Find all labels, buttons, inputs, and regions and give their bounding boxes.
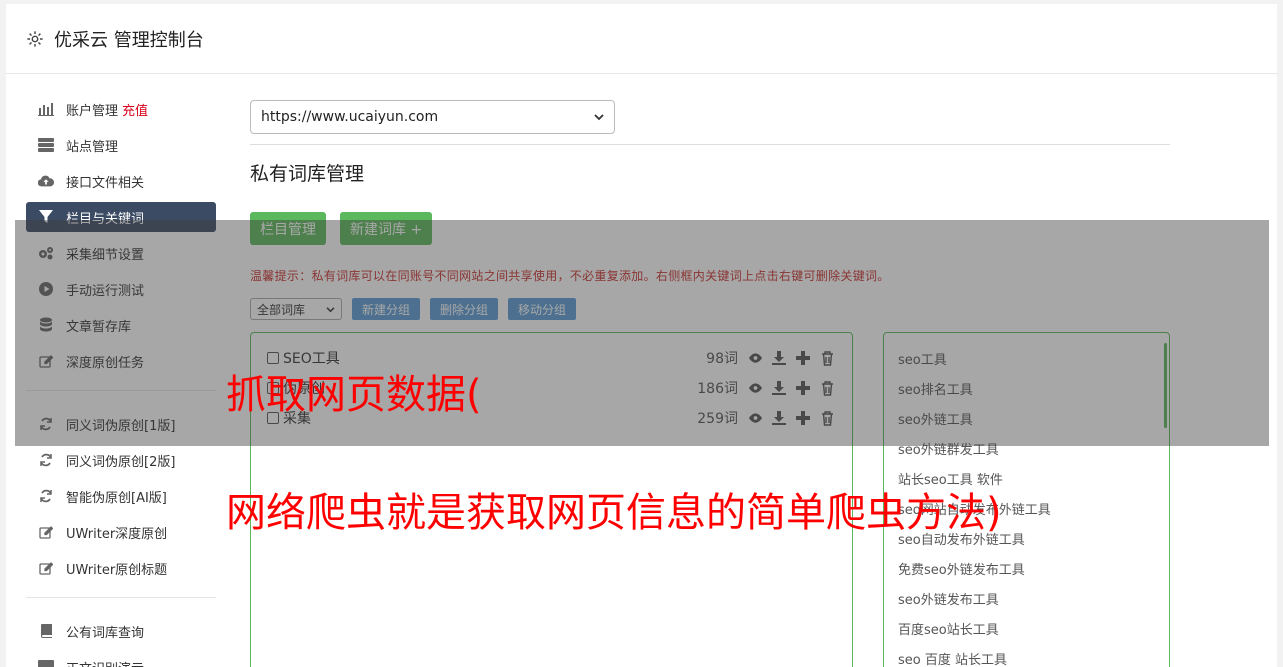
divider bbox=[250, 144, 1170, 145]
edit-icon bbox=[38, 524, 54, 540]
site-select-value: https://www.ucaiyun.com bbox=[261, 109, 439, 125]
sidebar-item-uwriter-deep[interactable]: UWriter深度原创 bbox=[26, 517, 216, 547]
recharge-link[interactable]: 充值 bbox=[122, 100, 148, 119]
monitor-icon bbox=[38, 659, 54, 667]
chevron-down-icon bbox=[594, 109, 604, 125]
sidebar-item-label: 同义词伪原创[2版] bbox=[66, 454, 176, 470]
book-icon bbox=[38, 623, 54, 639]
keyword-item[interactable]: 百度seo站长工具 bbox=[898, 613, 1155, 643]
sidebar-item-account[interactable]: 账户管理 充值 bbox=[26, 94, 216, 124]
sidebar-item-public-lib[interactable]: 公有词库查询 bbox=[26, 616, 216, 646]
sidebar-item-label: UWriter深度原创 bbox=[66, 526, 168, 542]
sidebar-item-uwriter-title[interactable]: UWriter原创标题 bbox=[26, 553, 216, 583]
gear-icon bbox=[27, 30, 43, 47]
keyword-item[interactable]: seo 百度 站长工具 bbox=[898, 643, 1155, 667]
overlay-caption-line1: 抓取网页数据( bbox=[226, 372, 482, 418]
sidebar-item-label: 账户管理 bbox=[66, 103, 119, 119]
keyword-item[interactable]: 免费seo外链发布工具 bbox=[898, 553, 1155, 583]
sidebar-item-label: 接口文件相关 bbox=[66, 175, 145, 191]
sidebar-item-sites[interactable]: 站点管理 bbox=[26, 130, 216, 160]
sidebar-item-label: 智能伪原创[AI版] bbox=[66, 490, 167, 506]
sidebar-item-synonym-v2[interactable]: 同义词伪原创[2版] bbox=[26, 445, 216, 475]
sidebar-item-label: UWriter原创标题 bbox=[66, 562, 168, 578]
overlay-caption-line2: 网络爬虫就是获取网页信息的简单爬虫方法) bbox=[226, 490, 1002, 536]
refresh-icon bbox=[38, 488, 54, 504]
sidebar-item-label: 公有词库查询 bbox=[66, 625, 145, 641]
server-icon bbox=[38, 137, 54, 153]
sidebar-item-label: 正文识别演示 bbox=[66, 658, 144, 667]
edit-icon bbox=[38, 560, 54, 576]
page-title: 私有词库管理 bbox=[250, 163, 365, 185]
header: 优采云 管理控制台 bbox=[6, 4, 1277, 74]
sidebar-item-interface[interactable]: 接口文件相关 bbox=[26, 166, 216, 196]
sidebar-item-text-recognition[interactable]: 正文识别演示 bbox=[26, 652, 216, 667]
sidebar-item-label: 站点管理 bbox=[66, 139, 119, 155]
overlay-band bbox=[15, 220, 1269, 446]
refresh-icon bbox=[38, 452, 54, 468]
sidebar-divider bbox=[26, 597, 216, 598]
site-select[interactable]: https://www.ucaiyun.com bbox=[250, 100, 615, 134]
app-title: 优采云 管理控制台 bbox=[54, 29, 204, 51]
keyword-item[interactable]: seo外链发布工具 bbox=[898, 583, 1155, 613]
cloud-upload-icon bbox=[38, 173, 54, 189]
sidebar-item-smart-ai[interactable]: 智能伪原创[AI版] bbox=[26, 481, 216, 511]
bar-chart-icon bbox=[38, 101, 54, 117]
